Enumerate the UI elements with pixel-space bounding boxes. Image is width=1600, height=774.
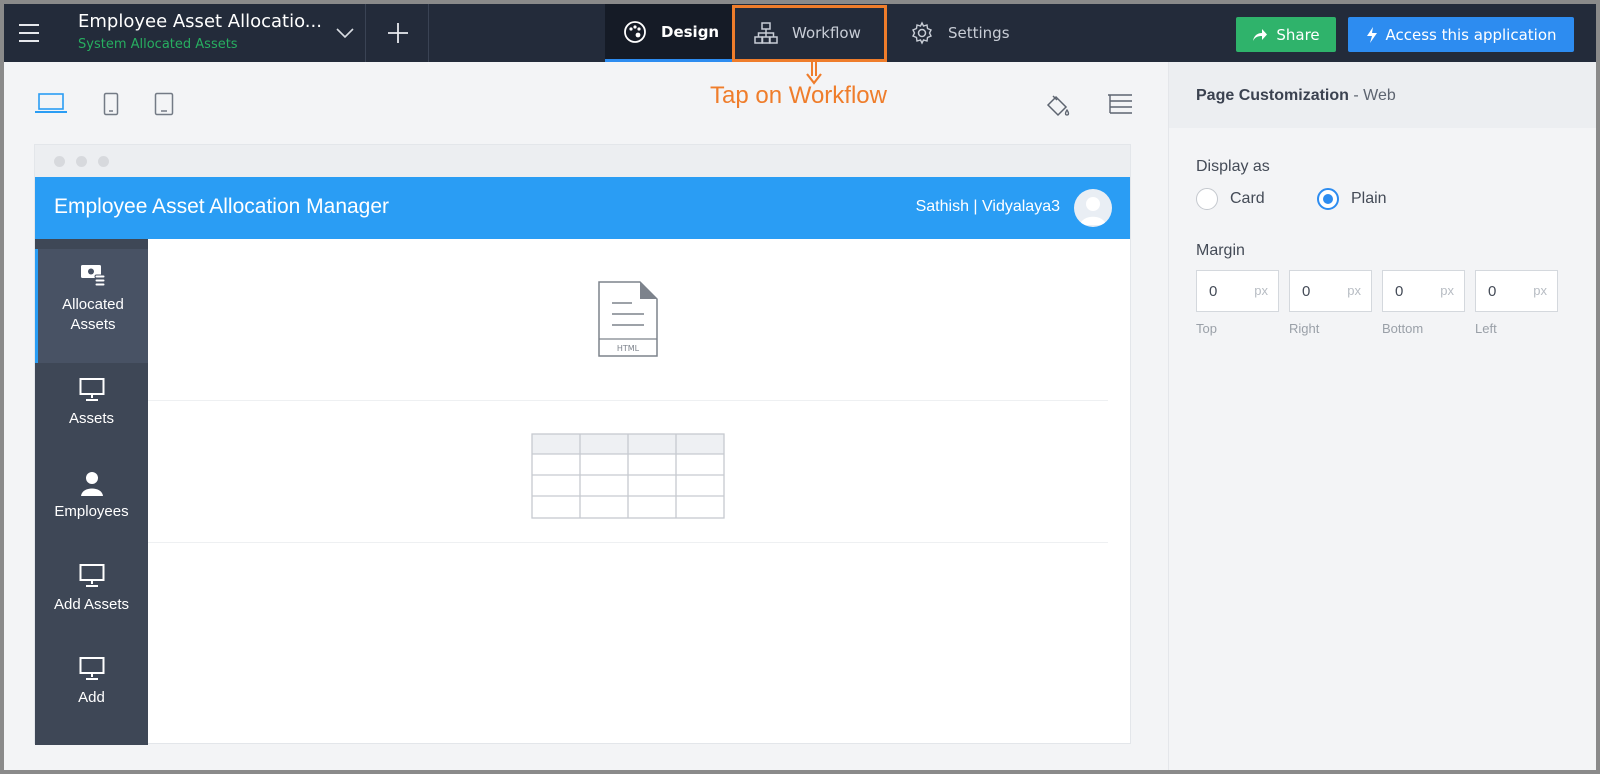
page-preview: Employee Asset Allocation Manager Sathis… <box>34 144 1131 745</box>
display-as-label: Display as <box>1196 158 1270 175</box>
nav-label: Add <box>78 689 105 706</box>
person-icon <box>80 472 103 496</box>
workflow-icon <box>754 22 778 44</box>
margin-caption: Left <box>1475 321 1497 336</box>
margin-right-field: px <box>1289 270 1372 312</box>
access-label: Access this application <box>1385 25 1557 44</box>
margin-unit: px <box>1347 283 1361 298</box>
radio-label: Card <box>1230 190 1265 207</box>
app-header-title: Employee Asset Allocation Manager <box>54 195 390 218</box>
browser-dot <box>54 156 65 167</box>
margin-left-field: px <box>1475 270 1558 312</box>
monitor-icon <box>79 657 104 680</box>
page-structure-icon[interactable] <box>1106 92 1134 118</box>
radio-circle <box>1317 188 1339 210</box>
nav-label: Assets <box>68 410 114 427</box>
tablet-portrait-icon[interactable] <box>103 92 119 116</box>
side-nav: Allocated Assets Assets Employees Add As… <box>35 239 148 745</box>
access-application-button[interactable]: Access this application <box>1348 17 1574 52</box>
lightning-icon <box>1366 26 1377 43</box>
margin-bottom-input[interactable] <box>1383 271 1433 311</box>
chevron-down-icon <box>335 28 354 39</box>
app-header: Employee Asset Allocation Manager Sathis… <box>35 177 1130 239</box>
browser-dot <box>98 156 109 167</box>
tab-workflow-label: Workflow <box>792 24 861 42</box>
palette-icon <box>624 20 646 43</box>
app-title: Employee Asset Allocatio... <box>78 11 322 32</box>
margin-caption: Top <box>1196 321 1217 336</box>
app-subtitle: System Allocated Assets <box>78 37 238 52</box>
app-switcher-button[interactable] <box>324 4 366 62</box>
share-label: Share <box>1276 25 1320 44</box>
gear-icon <box>912 21 932 45</box>
browser-bar <box>35 145 1130 177</box>
tab-design-label: Design <box>661 22 720 41</box>
nav-item-employees[interactable]: Employees <box>35 456 148 551</box>
html-file-label: HTML <box>617 344 640 353</box>
table-component[interactable] <box>148 401 1108 543</box>
margin-right-input[interactable] <box>1290 271 1340 311</box>
share-button[interactable]: Share <box>1236 17 1336 52</box>
app-window: Employee Asset Allocatio... System Alloc… <box>4 4 1596 770</box>
monitor-icon <box>79 378 104 401</box>
monitor-icon <box>79 564 104 587</box>
nav-item-add-assets[interactable]: Add Assets <box>35 549 148 644</box>
margin-unit: px <box>1254 283 1268 298</box>
tablet-icon[interactable] <box>154 92 174 116</box>
margin-top-input[interactable] <box>1197 271 1247 311</box>
hamburger-icon <box>19 21 39 45</box>
tab-settings[interactable]: Settings <box>904 4 1024 62</box>
display-plain-radio[interactable]: Plain <box>1317 188 1387 210</box>
tab-workflow[interactable]: Workflow <box>732 4 887 62</box>
margin-caption: Right <box>1289 321 1320 336</box>
margin-unit: px <box>1440 283 1454 298</box>
avatar-icon <box>1080 197 1106 225</box>
tab-design[interactable]: Design <box>605 4 733 62</box>
panel-title: Page Customization - Web <box>1169 62 1596 128</box>
nav-label: Employees <box>54 503 129 520</box>
html-component[interactable]: HTML <box>148 239 1108 401</box>
margin-caption: Bottom <box>1382 321 1424 336</box>
page-content: HTML <box>148 239 1131 745</box>
nav-label: Allocated Assets <box>62 296 124 333</box>
user-name: Sathish | Vidyalaya3 <box>915 198 1060 215</box>
menu-button[interactable] <box>4 4 54 62</box>
customization-panel: Page Customization - Web Display as Card… <box>1168 62 1596 770</box>
allocated-assets-icon <box>81 265 106 287</box>
add-button[interactable] <box>367 4 429 62</box>
panel-title-main: Page Customization <box>1196 87 1349 104</box>
plus-icon <box>387 23 408 43</box>
margin-label: Margin <box>1196 242 1245 259</box>
nav-item-add[interactable]: Add <box>35 642 148 737</box>
margin-left-input[interactable] <box>1476 271 1526 311</box>
tab-settings-label: Settings <box>948 24 1010 42</box>
share-arrow-icon <box>1253 28 1268 41</box>
browser-dot <box>76 156 87 167</box>
app-title-block[interactable]: Employee Asset Allocatio... System Alloc… <box>78 10 328 54</box>
nav-label: Add Assets <box>53 596 130 613</box>
radio-label: Plain <box>1351 190 1387 207</box>
avatar[interactable] <box>1074 189 1112 227</box>
radio-circle <box>1196 188 1218 210</box>
panel-title-suffix: - Web <box>1348 87 1396 104</box>
laptop-icon[interactable] <box>34 92 68 116</box>
nav-item-assets[interactable]: Assets <box>35 363 148 458</box>
margin-top-field: px <box>1196 270 1279 312</box>
html-file-icon: HTML <box>598 281 658 357</box>
table-icon <box>531 433 725 519</box>
margin-unit: px <box>1533 283 1547 298</box>
top-bar: Employee Asset Allocatio... System Alloc… <box>4 4 1596 62</box>
margin-bottom-field: px <box>1382 270 1465 312</box>
nav-item-allocated-assets[interactable]: Allocated Assets <box>35 249 148 363</box>
display-card-radio[interactable]: Card <box>1196 188 1265 210</box>
paint-bucket-icon[interactable] <box>1044 92 1072 120</box>
annotation-text: Tap on Workflow <box>710 82 887 109</box>
